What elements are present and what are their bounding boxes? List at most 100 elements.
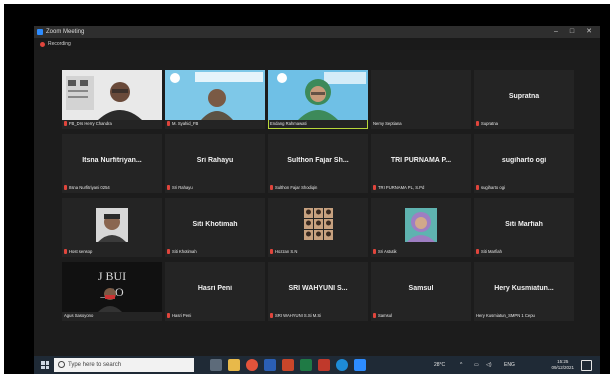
windows-start-icon[interactable] [41,361,49,369]
participant-video [165,70,265,120]
window-title: Zoom Meeting [46,29,85,35]
volume-icon[interactable]: ◁) [486,356,492,374]
participant-nameplate: M. Syahid_FB [167,120,263,128]
participant-name: Hozzan S.N [275,249,298,254]
participant-tile[interactable]: Sulthon Fajar Sh... Sulthon Fajar Shodiqi… [268,134,368,193]
participant-display-name: sugiharto ogi [501,157,547,164]
participant-tile[interactable]: Supratna Supratna [474,70,574,129]
participant-tile[interactable]: sugiharto ogi sugiharto ogi [474,134,574,193]
excel-icon[interactable] [300,359,312,371]
participant-name: TRI PURNAMA PL, S.Pd [378,185,425,190]
participant-tile[interactable]: SRI WAHYUNI S... SRI WAHYUNI S.Si M.Si [268,262,368,321]
mic-muted-icon [373,249,376,254]
participant-name: Sulthon Fajar Shodiqin [275,185,318,190]
participant-tile[interactable]: Sri Astutik [371,198,471,257]
close-button[interactable]: ✕ [583,27,595,37]
recording-indicator[interactable]: Recording [34,38,600,50]
participant-display-name: Samsul [408,285,434,292]
mic-muted-icon [270,249,273,254]
acrobat-icon[interactable] [318,359,330,371]
participant-tile[interactable]: Sri Rahayu Sri Rahayu [165,134,265,193]
participant-name: Endang Rahmawati [270,121,307,126]
participant-display-name: Hery Kusmiatun... [494,285,554,292]
participant-display-name: Itsna Nurfitriyan... [82,157,142,164]
participant-tile[interactable]: TRI PURNAMA P... TRI PURNAMA PL, S.Pd [371,134,471,193]
photo-frame: Zoom Meeting – □ ✕ Recording FB_Drs Herr… [4,4,610,374]
participant-avatar [96,208,128,242]
mic-muted-icon [476,185,479,190]
participant-display-name: Siti Marfiah [505,221,543,228]
weather-text[interactable]: 28°C [434,356,445,374]
word-icon[interactable] [264,359,276,371]
participant-tile[interactable]: FB_Drs Herry Chandra [62,70,162,129]
taskbar-clock[interactable]: 15:25 09/12/2021 [551,359,574,371]
participant-nameplate: Siti Khotimah [167,248,263,256]
participant-nameplate: Supratna [476,120,572,128]
mic-muted-icon [167,249,170,254]
chrome-icon[interactable] [246,359,258,371]
participant-nameplate: Endang Rahmawati [270,120,366,128]
participant-name: Supratna [481,121,498,126]
participant-tile[interactable]: M. Syahid_FB [165,70,265,129]
participant-nameplate: Agus Sasoyono [64,312,160,320]
participant-tile[interactable]: Hozzan S.N [268,198,368,257]
participant-display-name: Sri Rahayu [196,157,234,164]
mic-muted-icon [270,185,273,190]
participant-display-name: SRI WAHYUNI S... [288,285,348,292]
participant-tile[interactable]: Hasri Peni Hasri Peni [165,262,265,321]
participant-tile[interactable]: Samsul Samsul [371,262,471,321]
mic-muted-icon [167,185,170,190]
participant-tile[interactable]: Host sensop [62,198,162,257]
participant-tile[interactable]: Itsna Nurfitriyan... Itsna Nurfitriyani 0… [62,134,162,193]
participant-nameplate: Itsna Nurfitriyani 0254 [64,184,160,192]
edge-icon[interactable] [336,359,348,371]
participant-nameplate: Sri Astutik [373,248,469,256]
participant-video [62,70,162,120]
participant-name: sugiharto ogi [481,185,505,190]
network-icon[interactable]: ▭ [474,356,479,374]
participant-tile[interactable]: Endang Rahmawati [268,70,368,129]
participant-avatar [405,208,437,242]
notification-icon[interactable] [581,360,592,371]
windows-taskbar: Type here to search 28°C ^ ▭ ◁) ENG 15:2… [34,356,600,374]
participant-nameplate: Sulthon Fajar Shodiqin [270,184,366,192]
participant-name: Samsul [378,313,392,318]
participant-nameplate: Nemy Septiana [373,120,469,128]
participant-nameplate: Samsul [373,312,469,320]
mic-muted-icon [64,121,67,126]
participant-name: Hery Kusmiatun_SMPN 1 Cepu [476,313,535,318]
mic-muted-icon [167,121,170,126]
recording-label: Recording [48,41,71,47]
participant-name: Itsna Nurfitriyani 0254 [69,185,110,190]
gallery-grid: FB_Drs Herry Chandra M. Syahid_FB Endang R… [62,70,576,322]
participant-tile[interactable]: Hery Kusmiatun... Hery Kusmiatun_SMPN 1 C… [474,262,574,321]
minimize-button[interactable]: – [550,27,562,37]
file-explorer-icon[interactable] [228,359,240,371]
mic-muted-icon [64,185,67,190]
participant-tile[interactable]: Nemy Septiana [371,70,471,129]
search-placeholder: Type here to search [68,362,122,368]
participant-display-name: Siti Khotimah [192,221,238,228]
participant-nameplate: Hery Kusmiatun_SMPN 1 Cepu [476,312,572,320]
participant-display-name: Hasri Peni [197,285,233,292]
mic-muted-icon [167,313,170,318]
participant-nameplate: TRI PURNAMA PL, S.Pd [373,184,469,192]
participant-tile[interactable]: Siti Marfiah Siti Marfiah [474,198,574,257]
mic-muted-icon [373,313,376,318]
participant-display-name: Supratna [508,93,540,100]
powerpoint-icon[interactable] [282,359,294,371]
participant-nameplate: sugiharto ogi [476,184,572,192]
zoom-app-icon [37,29,43,35]
tray-chevron-icon[interactable]: ^ [460,356,462,374]
participant-name: Hasri Peni [172,313,192,318]
monitor-screen: Zoom Meeting – □ ✕ Recording FB_Drs Herr… [34,26,600,374]
maximize-button[interactable]: □ [566,27,578,37]
zoom-taskbar-icon[interactable] [354,359,366,371]
svg-text:J BUI: J BUI [98,269,126,283]
taskbar-search-input[interactable]: Type here to search [54,358,194,372]
participant-tile[interactable]: J BUI_GOAgus Sasoyono [62,262,162,321]
participant-tile[interactable]: Siti Khotimah Siti Khotimah [165,198,265,257]
task-view-icon[interactable] [210,359,222,371]
language-indicator[interactable]: ENG [504,356,515,374]
participant-name: Host sensop [69,249,93,254]
